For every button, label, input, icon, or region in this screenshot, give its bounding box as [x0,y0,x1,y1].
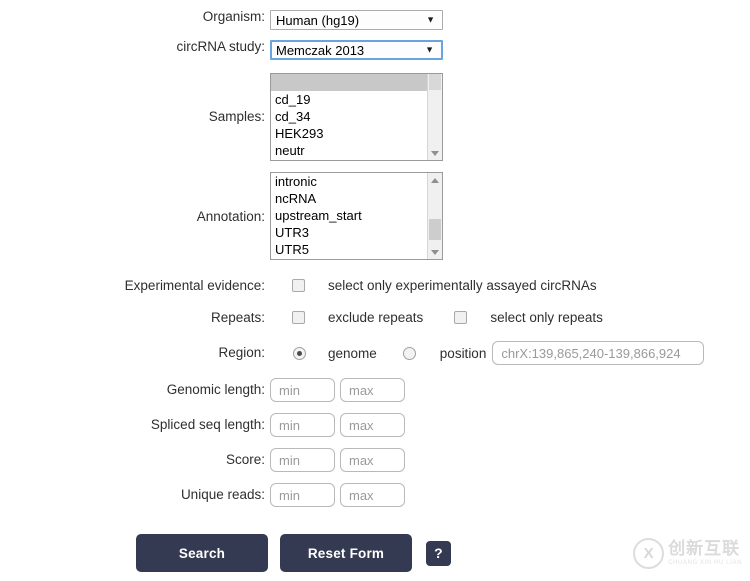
samples-option-list: cd_19 cd_34 HEK293 neutr [271,74,442,159]
row-unique-reads: Unique reads: [0,483,750,507]
chevron-down-icon: ▼ [425,44,434,55]
experimental-evidence-checkbox-label: select only experimentally assayed circR… [328,278,597,293]
watermark-pinyin-text: CHUANG XIN HU LIAN [668,560,742,566]
exclude-repeats-label: exclude repeats [328,310,424,325]
samples-option[interactable]: neutr [271,142,442,159]
row-annotation: Annotation: intronic ncRNA upstream_star… [0,172,750,260]
annotation-option-list: intronic ncRNA upstream_start UTR3 UTR5 [271,173,442,258]
annotation-option[interactable]: upstream_start [271,207,442,224]
score-max-input[interactable] [340,448,405,472]
search-button[interactable]: Search [136,534,268,572]
spliced-seq-length-label: Spliced seq length: [150,417,265,433]
spliced-seq-length-max-input[interactable] [340,413,405,437]
row-organism: Organism: Human (hg19) ▼ [0,10,750,30]
study-label: circRNA study: [176,39,265,54]
region-genome-label: genome [328,345,377,361]
radio-dot-icon [297,350,302,356]
region-position-label: position [439,345,487,361]
annotation-label: Annotation: [196,209,265,224]
row-repeats: Repeats: exclude repeats select only rep… [0,310,750,325]
samples-option[interactable]: cd_34 [271,108,442,125]
organism-select-value: Human (hg19) [276,12,360,28]
region-genome-radio[interactable] [293,346,306,360]
annotation-option[interactable]: ncRNA [271,190,442,207]
region-position-input[interactable] [492,341,705,365]
scroll-down-icon[interactable] [428,146,442,160]
study-select-value: Memczak 2013 [276,42,365,58]
row-region: Region: genome position [0,341,750,365]
row-genomic-length: Genomic length: [0,378,750,402]
repeats-label: Repeats: [210,309,265,325]
circrna-search-form: Organism: Human (hg19) ▼ circRNA study: … [0,0,750,572]
region-position-radio[interactable] [402,346,416,360]
chevron-down-icon: ▼ [426,14,435,25]
watermark-text: 创新互联 CHUANG XIN HU LIAN [668,539,742,567]
only-repeats-label: select only repeats [490,310,603,325]
spliced-seq-length-min-input[interactable] [270,413,335,437]
experimental-evidence-label: Experimental evidence: [124,277,265,293]
annotation-scrollbar-thumb[interactable] [429,219,441,240]
annotation-option[interactable]: UTR3 [271,224,442,241]
samples-option[interactable]: HEK293 [271,125,442,142]
genomic-length-min-input[interactable] [270,378,335,402]
row-study: circRNA study: Memczak 2013 ▼ [0,40,750,60]
annotation-scrollbar[interactable] [427,173,442,259]
study-select[interactable]: Memczak 2013 ▼ [270,40,443,60]
row-samples: Samples: cd_19 cd_34 HEK293 neutr [0,73,750,161]
annotation-listbox[interactable]: intronic ncRNA upstream_start UTR3 UTR5 [270,172,443,260]
row-score: Score: [0,448,750,472]
exclude-repeats-checkbox[interactable] [292,311,305,324]
row-experimental-evidence: Experimental evidence: select only exper… [0,278,750,293]
scroll-up-icon[interactable] [428,173,442,187]
unique-reads-max-input[interactable] [340,483,405,507]
samples-scrollbar-thumb[interactable] [429,74,441,90]
unique-reads-label: Unique reads: [180,487,265,503]
organism-label: Organism: [202,9,265,24]
region-label: Region: [218,345,265,361]
row-spliced-seq-length: Spliced seq length: [0,413,750,437]
reset-form-button[interactable]: Reset Form [280,534,412,572]
unique-reads-min-input[interactable] [270,483,335,507]
samples-listbox[interactable]: cd_19 cd_34 HEK293 neutr [270,73,443,161]
watermark-logo-icon: X [633,538,665,569]
samples-option[interactable] [271,74,431,91]
samples-option[interactable]: cd_19 [271,91,442,108]
organism-select[interactable]: Human (hg19) ▼ [270,10,443,30]
genomic-length-label: Genomic length: [166,382,265,398]
experimental-evidence-checkbox[interactable] [292,279,305,292]
watermark-chinese-text: 创新互联 [668,539,741,559]
only-repeats-checkbox[interactable] [454,311,468,324]
annotation-option[interactable]: UTR5 [271,241,442,258]
annotation-option[interactable]: intronic [271,173,442,190]
score-label: Score: [225,452,265,468]
watermark: X 创新互联 CHUANG XIN HU LIAN [633,538,742,569]
samples-label: Samples: [208,109,265,124]
score-min-input[interactable] [270,448,335,472]
genomic-length-max-input[interactable] [340,378,405,402]
scroll-down-icon[interactable] [428,245,442,259]
help-button[interactable]: ? [426,540,451,566]
samples-scrollbar[interactable] [427,74,442,160]
